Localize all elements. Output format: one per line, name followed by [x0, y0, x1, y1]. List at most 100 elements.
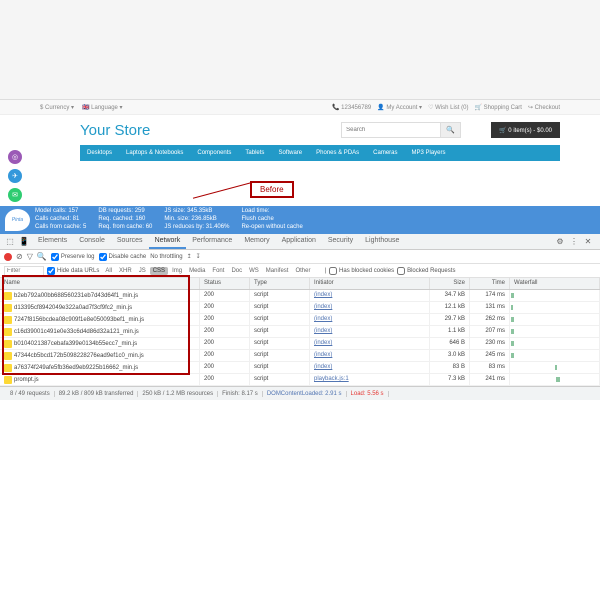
col-status[interactable]: Status	[200, 278, 250, 289]
nav-item[interactable]: Components	[190, 150, 238, 156]
download-icon[interactable]: ↧	[196, 253, 201, 260]
nav-item[interactable]: Laptops & Notebooks	[119, 150, 190, 156]
currency-selector[interactable]: $ Currency ▾	[40, 104, 74, 111]
filter-icon[interactable]: ▽	[27, 252, 33, 261]
pinta-stat: Req. cached: 160	[98, 216, 152, 224]
filter-chip[interactable]: Media	[186, 267, 208, 275]
filter-chip[interactable]: XHR	[116, 267, 135, 275]
devtools-tab[interactable]: Security	[322, 234, 359, 249]
network-row[interactable]: a76374f249afe5fb36ed9eb9225b16662_min.js…	[0, 362, 600, 374]
devtools-tab[interactable]: Memory	[238, 234, 275, 249]
col-size[interactable]: Size	[430, 278, 470, 289]
filter-chip[interactable]: CSS	[150, 267, 168, 275]
devtools-tab[interactable]: Application	[276, 234, 322, 249]
filter-chip[interactable]: Img	[169, 267, 185, 275]
pinta-stat[interactable]: Flush cache	[241, 216, 302, 224]
filter-input[interactable]	[4, 266, 44, 276]
preserve-log-checkbox[interactable]: Preserve log	[51, 253, 95, 261]
wishlist-link[interactable]: ♡ Wish List (0)	[428, 104, 468, 111]
col-type[interactable]: Type	[250, 278, 310, 289]
phone-link[interactable]: 📞 123456789	[332, 104, 371, 111]
record-button[interactable]	[4, 253, 12, 261]
filter-chip[interactable]: JS	[136, 267, 149, 275]
filter-chip[interactable]: Font	[209, 267, 227, 275]
devtools-tab[interactable]: Console	[73, 234, 111, 249]
disable-cache-checkbox[interactable]: Disable cache	[99, 253, 147, 261]
nav-item[interactable]: Phones & PDAs	[309, 150, 366, 156]
checkout-link[interactable]: ↪ Checkout	[528, 104, 560, 111]
search-icon[interactable]: 🔍	[37, 252, 47, 261]
col-time[interactable]: Time	[470, 278, 510, 289]
col-name[interactable]: Name	[0, 278, 200, 289]
js-file-icon	[4, 364, 12, 372]
js-file-icon	[4, 304, 12, 312]
filter-chip[interactable]: WS	[246, 267, 262, 275]
pinta-stat[interactable]: Re-open without cache	[241, 224, 302, 232]
nav-item[interactable]: Tablets	[238, 150, 271, 156]
nav-item[interactable]: Cameras	[366, 150, 404, 156]
devtools-tab[interactable]: Sources	[111, 234, 149, 249]
devtools-tab[interactable]: Lighthouse	[359, 234, 405, 249]
pinta-stat: Req. from cache: 60	[98, 224, 152, 232]
network-row[interactable]: b0104021387cebafa399e0134b55ecc7_min.js2…	[0, 338, 600, 350]
network-row[interactable]: c16d39001c491e0e33c6d4d86d32a121_min.js2…	[0, 326, 600, 338]
close-icon[interactable]: ✕	[582, 236, 594, 248]
cart-button[interactable]: 🛒 0 item(s) - $0.00	[491, 122, 560, 138]
inspect-icon[interactable]: ⬚	[4, 236, 16, 248]
filter-chip[interactable]: Other	[292, 267, 313, 275]
pinta-stat[interactable]: Load time:	[241, 208, 302, 216]
blocked-requests-checkbox[interactable]: Blocked Requests	[397, 267, 455, 275]
settings-icon[interactable]: ⚙	[554, 236, 566, 248]
store-topbar: $ Currency ▾ 🇬🇧 Language ▾ 📞 123456789 👤…	[0, 100, 600, 115]
network-row[interactable]: d13395cf8942049e322a0ad7f3cf9fc2_min.js2…	[0, 302, 600, 314]
pinta-stat: JS size: 345.35kB	[164, 208, 229, 216]
social-icon[interactable]: ✈	[8, 169, 22, 183]
devtools-tab[interactable]: Network	[149, 234, 187, 249]
pinta-stat: DB requests: 259	[98, 208, 152, 216]
js-file-icon	[4, 292, 12, 300]
language-selector[interactable]: 🇬🇧 Language ▾	[82, 104, 123, 111]
pinta-stats-bar: Pinta Model calls: 157Calls cached: 81Ca…	[0, 206, 600, 234]
filter-chip[interactable]: Manifest	[263, 267, 292, 275]
more-icon[interactable]: ⋮	[568, 236, 580, 248]
pinta-stat: Calls cached: 81	[35, 216, 86, 224]
account-link[interactable]: 👤 My Account ▾	[377, 104, 422, 111]
js-file-icon	[4, 376, 12, 384]
pinta-stat: Min. size: 236.85kB	[164, 216, 229, 224]
pinta-stat: JS reduces by: 31.406%	[164, 224, 229, 232]
blocked-cookies-checkbox[interactable]: Has blocked cookies	[329, 267, 394, 275]
col-initiator[interactable]: Initiator	[310, 278, 430, 289]
clear-button[interactable]: ⊘	[16, 252, 23, 261]
nav-menu: DesktopsLaptops & NotebooksComponentsTab…	[80, 145, 560, 161]
network-table-header: Name Status Type Initiator Size Time Wat…	[0, 278, 600, 290]
throttling-select[interactable]: No throttling	[150, 254, 182, 260]
before-annotation: Before	[250, 181, 294, 198]
search-button[interactable]: 🔍	[441, 122, 461, 138]
upload-icon[interactable]: ↥	[187, 253, 192, 260]
filter-chip[interactable]: Doc	[228, 267, 245, 275]
device-icon[interactable]: 📱	[18, 236, 30, 248]
nav-item[interactable]: Software	[271, 150, 309, 156]
devtools-tab[interactable]: Elements	[32, 234, 73, 249]
js-file-icon	[4, 316, 12, 324]
network-toolbar: ⊘ ▽ 🔍 Preserve log Disable cache No thro…	[0, 250, 600, 264]
js-file-icon	[4, 328, 12, 336]
network-footer: 8 / 49 requests 89.2 kB / 809 kB transfe…	[0, 386, 600, 400]
network-filter-bar: Hide data URLs AllXHRJSCSSImgMediaFontDo…	[0, 264, 600, 278]
store-logo[interactable]: Your Store	[80, 122, 150, 139]
network-row[interactable]: b2eb792a00bb688560231eb7d43d64f1_min.js2…	[0, 290, 600, 302]
cart-link[interactable]: 🛒 Shopping Cart	[474, 104, 522, 111]
hide-data-urls-checkbox[interactable]: Hide data URLs	[47, 267, 99, 275]
nav-item[interactable]: Desktops	[80, 150, 119, 156]
network-row[interactable]: prompt.js200scriptplayback.js:17.3 kB241…	[0, 374, 600, 386]
devtools-tab[interactable]: Performance	[186, 234, 238, 249]
network-row[interactable]: 7247f8156bcdea08c909f1e8e050093bef1_min.…	[0, 314, 600, 326]
network-row[interactable]: 47344cb5bcd172b5098228276ead9ef1c0_min.j…	[0, 350, 600, 362]
js-file-icon	[4, 340, 12, 348]
col-waterfall[interactable]: Waterfall	[510, 278, 600, 289]
nav-item[interactable]: MP3 Players	[405, 150, 453, 156]
social-icon[interactable]: ✉	[8, 188, 22, 202]
search-input[interactable]	[341, 122, 441, 138]
filter-chip[interactable]: All	[102, 267, 115, 275]
social-icon[interactable]: ◎	[8, 150, 22, 164]
